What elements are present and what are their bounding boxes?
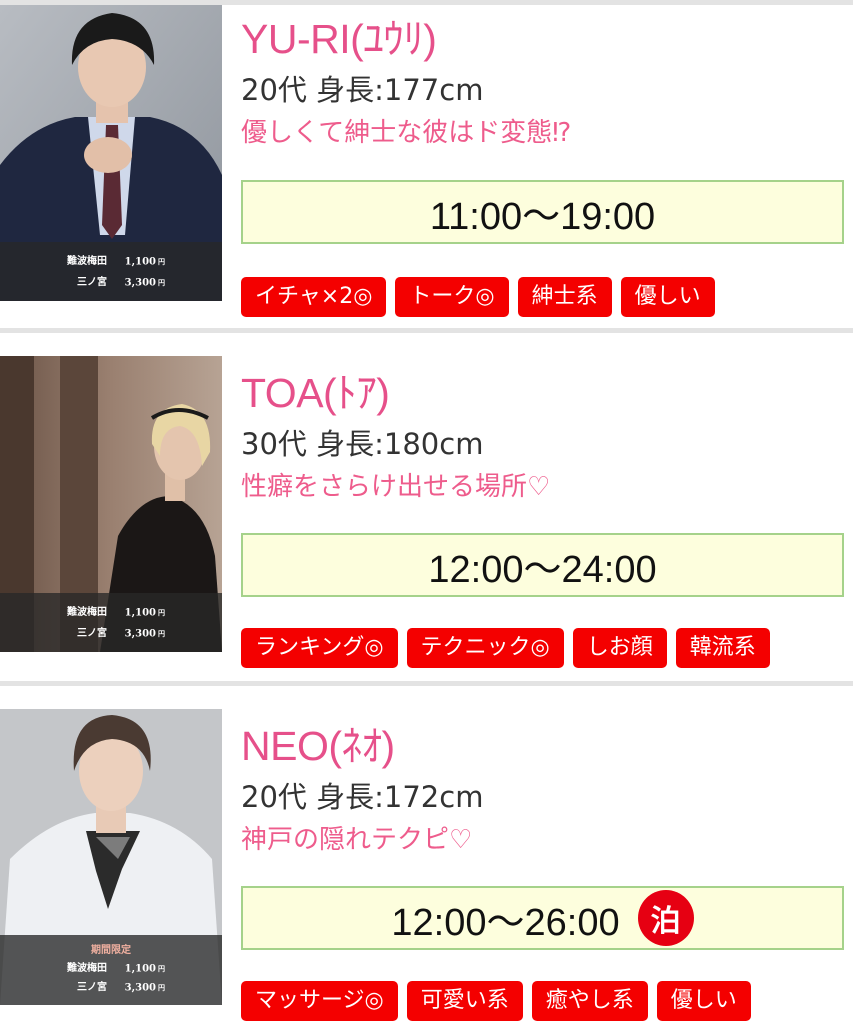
price-amount: 1,100 円 <box>121 960 165 979</box>
price-unit: 円 <box>158 608 165 617</box>
price-amount: 3,300 円 <box>121 624 165 645</box>
working-hours: 12:00〜26:00 泊 <box>241 886 844 950</box>
cast-age: 20代 <box>241 73 307 107</box>
price-row: 難波梅田 1,100 円 <box>0 603 222 624</box>
tag[interactable]: ランキング◎ <box>241 628 398 668</box>
price-amount: 1,100 円 <box>121 252 165 273</box>
cast-height: 身長:172cm <box>316 780 484 814</box>
working-hours: 11:00〜19:00 <box>241 180 844 244</box>
price-limited-label: 期間限定 <box>91 945 131 956</box>
price-unit: 円 <box>158 277 165 287</box>
tag-list: ランキング◎ テクニック◎ しお顔 韓流系 <box>241 628 770 668</box>
working-hours-text: 12:00〜24:00 <box>428 548 657 591</box>
cast-height: 身長:177cm <box>316 73 484 107</box>
cast-age: 30代 <box>241 427 307 461</box>
working-hours-text: 11:00〜19:00 <box>429 195 656 238</box>
card-divider <box>0 681 853 686</box>
cast-card[interactable]: 難波梅田 1,100 円 三ノ宮 3,300 円 TOA(ﾄｱ) 30代 身長:18… <box>0 350 853 680</box>
tag[interactable]: 優しい <box>656 981 751 1021</box>
price-value: 1,100 <box>124 256 156 268</box>
cast-card[interactable]: 難波梅田 1,100 円 三ノ宮 3,300 円 YU-RI(ﾕｳﾘ) 20代 身長… <box>0 0 853 330</box>
tag[interactable]: 可愛い系 <box>406 981 523 1021</box>
cast-photo[interactable]: 難波梅田 1,100 円 三ノ宮 3,300 円 <box>0 5 222 301</box>
cast-name[interactable]: TOA(ﾄｱ) <box>241 370 845 416</box>
tag[interactable]: しお顔 <box>572 628 667 668</box>
tag[interactable]: マッサージ◎ <box>241 981 398 1021</box>
price-area: 三ノ宮 <box>77 276 107 288</box>
price-value: 3,300 <box>124 628 156 639</box>
price-row: 三ノ宮 3,300 円 <box>0 624 222 645</box>
price-amount: 3,300 円 <box>121 273 165 294</box>
tag[interactable]: 癒やし系 <box>531 981 648 1021</box>
cast-info: NEO(ﾈｵ) 20代 身長:172cm 神戸の隠れテクピ♡ <box>241 723 845 857</box>
price-unit: 円 <box>158 964 165 973</box>
working-hours-text: 12:00〜26:00 <box>391 901 620 944</box>
price-area: 難波梅田 <box>67 607 107 618</box>
tag[interactable]: テクニック◎ <box>406 628 564 668</box>
price-unit: 円 <box>158 257 165 266</box>
cast-catchphrase: 優しくて紳士な彼はド変態⁉ <box>241 118 572 148</box>
cast-photo[interactable]: 期間限定 難波梅田 1,100 円 三ノ宮 3,300 円 <box>0 709 222 1005</box>
cast-info: YU-RI(ﾕｳﾘ) 20代 身長:177cm 優しくて紳士な彼はド変態⁉ <box>241 16 845 150</box>
price-unit: 円 <box>158 982 165 992</box>
price-area: 三ノ宮 <box>77 627 107 639</box>
price-row: 三ノ宮 3,300 円 <box>0 273 222 294</box>
price-value: 3,300 <box>124 277 156 288</box>
price-value: 1,100 <box>124 607 156 619</box>
price-amount: 1,100 円 <box>121 603 165 624</box>
cast-meta: 20代 身長:172cm <box>241 779 845 815</box>
tag[interactable]: 優しい <box>620 277 715 317</box>
cast-height: 身長:180cm <box>316 427 484 461</box>
overnight-badge: 泊 <box>637 890 694 946</box>
price-amount: 3,300 円 <box>121 979 165 998</box>
tag[interactable]: 紳士系 <box>517 277 612 317</box>
price-unit: 円 <box>158 628 165 638</box>
price-area: 難波梅田 <box>67 963 107 974</box>
cast-card[interactable]: 期間限定 難波梅田 1,100 円 三ノ宮 3,300 円 NEO(ﾈｵ) 20代 … <box>0 703 853 1024</box>
price-row: 三ノ宮 3,300 円 <box>0 979 222 998</box>
price-box: 難波梅田 1,100 円 三ノ宮 3,300 円 <box>0 593 222 652</box>
tag-list: イチャ×2◎ トーク◎ 紳士系 優しい <box>241 277 715 317</box>
tag[interactable]: 韓流系 <box>675 628 770 668</box>
price-value: 1,100 <box>124 963 156 975</box>
price-box: 難波梅田 1,100 円 三ノ宮 3,300 円 <box>0 242 222 301</box>
cast-info: TOA(ﾄｱ) 30代 身長:180cm 性癖をさらけ出せる場所♡ <box>241 370 845 504</box>
cast-age: 20代 <box>241 780 307 814</box>
tag[interactable]: トーク◎ <box>395 277 509 317</box>
working-hours: 12:00〜24:00 <box>241 533 844 597</box>
price-value: 3,300 <box>124 982 156 993</box>
cast-catchphrase: 神戸の隠れテクピ♡ <box>241 825 473 855</box>
tag[interactable]: イチャ×2◎ <box>241 277 387 317</box>
price-row: 難波梅田 1,100 円 <box>0 252 222 273</box>
cast-name[interactable]: YU-RI(ﾕｳﾘ) <box>241 16 845 62</box>
cast-meta: 20代 身長:177cm <box>241 72 845 108</box>
cast-name[interactable]: NEO(ﾈｵ) <box>241 723 845 769</box>
price-row: 難波梅田 1,100 円 <box>0 960 222 979</box>
price-box: 期間限定 難波梅田 1,100 円 三ノ宮 3,300 円 <box>0 935 222 1005</box>
tag-list: マッサージ◎ 可愛い系 癒やし系 優しい <box>241 981 751 1021</box>
cast-catchphrase: 性癖をさらけ出せる場所♡ <box>241 472 551 502</box>
cast-photo[interactable]: 難波梅田 1,100 円 三ノ宮 3,300 円 <box>0 356 222 652</box>
cast-meta: 30代 身長:180cm <box>241 426 845 462</box>
price-area: 三ノ宮 <box>77 981 107 993</box>
card-divider <box>0 328 853 333</box>
price-area: 難波梅田 <box>67 256 107 267</box>
